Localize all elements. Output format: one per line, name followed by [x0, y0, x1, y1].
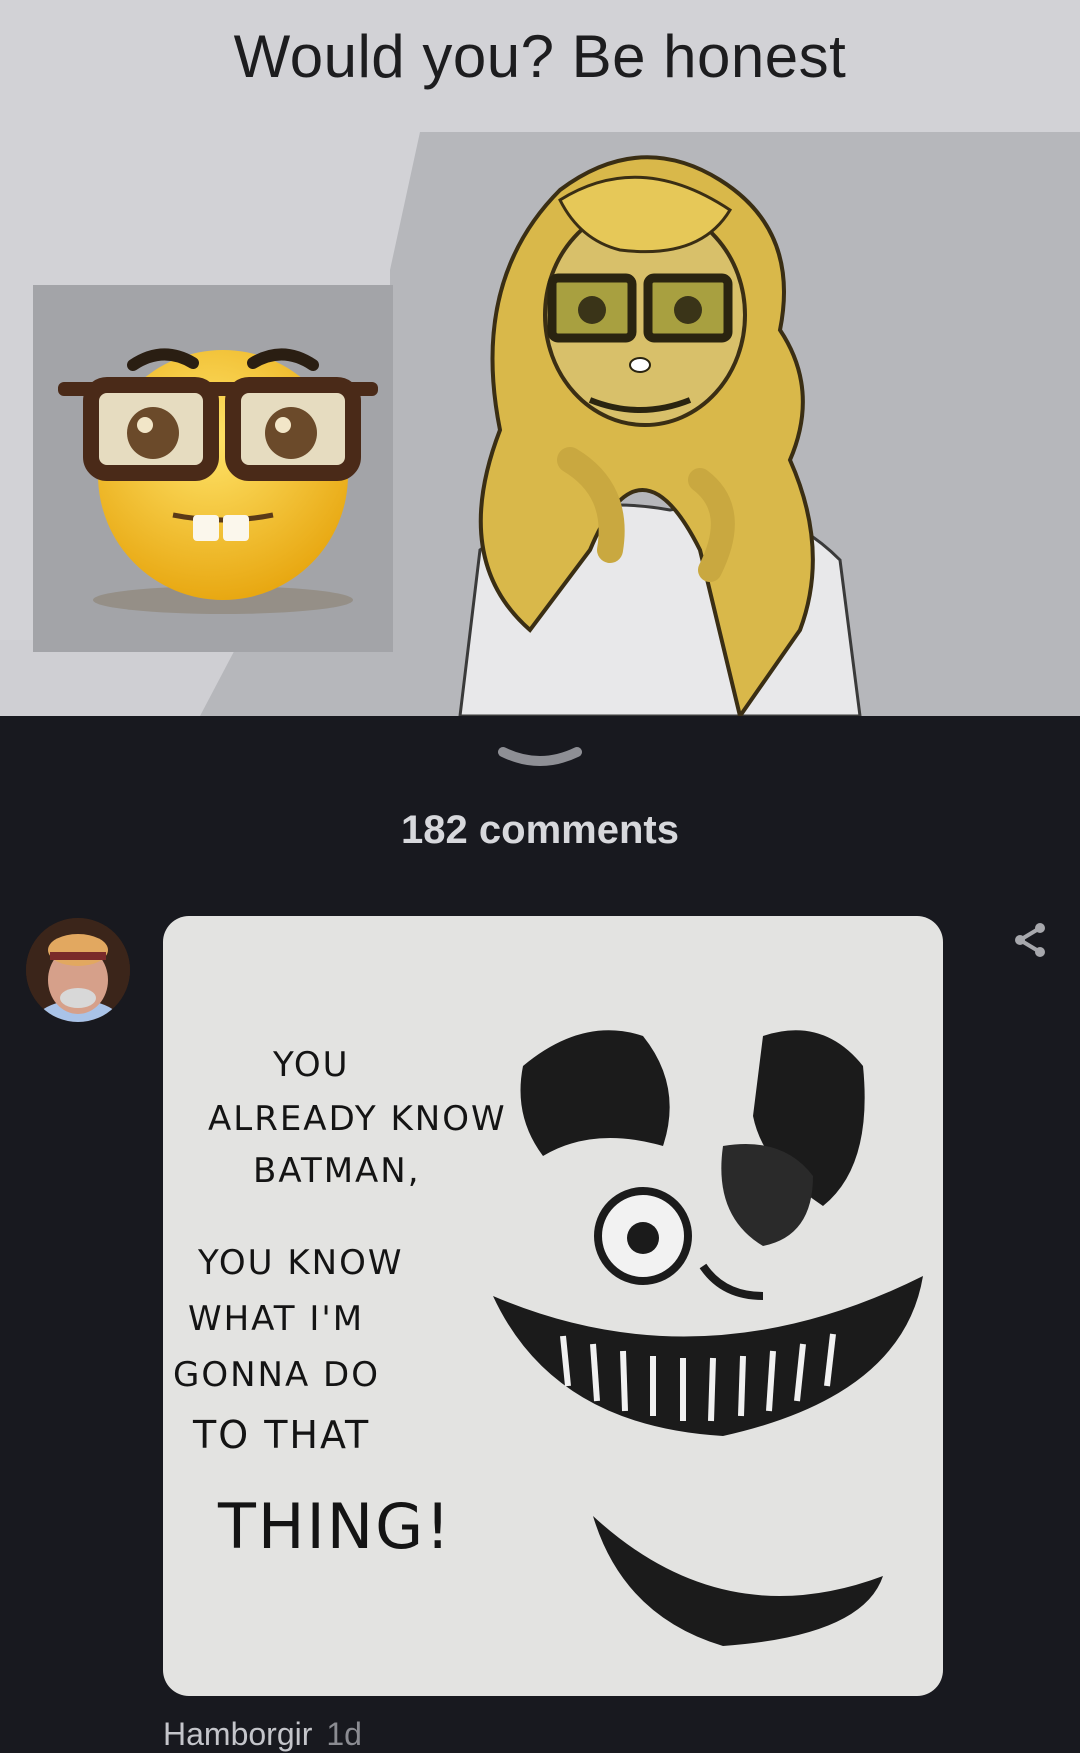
avatar[interactable]	[26, 918, 130, 1022]
image-text-line: ALREADY KNOW	[208, 1099, 507, 1139]
nerd-face-icon	[58, 348, 378, 614]
post-image[interactable]: Would you? Be honest	[0, 0, 1080, 716]
image-text-line: TO THAT	[193, 1413, 371, 1457]
chevron-down-icon	[498, 747, 582, 766]
cartoon-girl-illustration	[440, 130, 1080, 716]
image-text-line: YOU	[273, 1045, 350, 1085]
share-icon	[1015, 923, 1045, 957]
comment-image[interactable]: YOU ALREADY KNOW BATMAN, YOU KNOW WHAT I…	[163, 916, 943, 1696]
image-text-line: THING!	[218, 1490, 453, 1563]
nerd-emoji-panel	[33, 285, 393, 652]
comment-author[interactable]: Hamborgir	[163, 1716, 312, 1752]
comment-age: 1d	[326, 1716, 362, 1752]
meme-caption: Would you? Be honest	[233, 23, 847, 90]
image-text-line: WHAT I'M	[188, 1299, 365, 1339]
comments-count: 182 comments	[401, 808, 679, 852]
share-button[interactable]	[1008, 918, 1052, 962]
comment-meta: Hamborgir 1d	[163, 1716, 362, 1753]
sheet-drag-handle[interactable]	[495, 744, 585, 774]
image-text-line: GONNA DO	[173, 1355, 380, 1395]
image-text-line: BATMAN,	[253, 1151, 421, 1191]
image-text-line: YOU KNOW	[198, 1243, 404, 1283]
